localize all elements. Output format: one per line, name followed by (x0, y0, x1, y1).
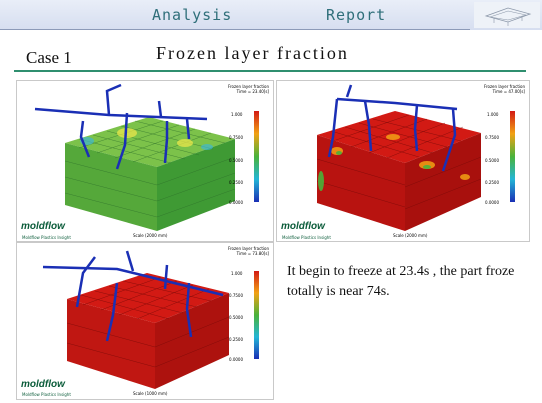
analysis-caption: It begin to freeze at 23.4s , the part f… (287, 264, 515, 299)
moldflow-logo: moldflow (21, 379, 65, 390)
slide-title: Frozen layer fraction (156, 43, 349, 63)
scale-label-075: 0.7500 (229, 293, 243, 298)
header-bar: Analysis Report (0, 0, 542, 30)
title-rule (14, 70, 526, 72)
scale-label-max: 1.000 (231, 112, 243, 117)
result-time: Time = 47.00[s] (492, 89, 525, 94)
scale-bar-text: Scale (2000 mm) (133, 233, 168, 238)
moldflow-logo-sub: Moldflow Plastics Insight (22, 235, 71, 240)
moldflow-logo: moldflow (281, 221, 325, 232)
result-info-2: Frozen layer fraction Time = 47.00[s] (484, 84, 525, 94)
result-info-1: Frozen layer fraction Time = 23.40[s] (228, 84, 269, 94)
scale-label-min: 0.0000 (229, 200, 243, 205)
scale-label-min: 0.0000 (485, 200, 499, 205)
header-divider (0, 29, 470, 30)
result-panel-2: Frozen layer fraction Time = 47.00[s] 1.… (276, 80, 530, 242)
result-panel-3: Frozen layer fraction Time = 73.80[s] 1.… (16, 242, 274, 400)
scale-label-050: 0.5000 (229, 315, 243, 320)
moldflow-logo-sub: Moldflow Plastics Insight (22, 392, 71, 397)
moldflow-logo-sub: Moldflow Plastics Insight (282, 235, 331, 240)
result-info-3: Frozen layer fraction Time = 73.80[s] (228, 246, 269, 256)
scale-label-025: 0.2500 (229, 337, 243, 342)
scale-label-075: 0.7500 (229, 135, 243, 140)
result-time: Time = 23.40[s] (236, 89, 269, 94)
case-label: Case 1 (26, 48, 72, 67)
scale-label-075: 0.7500 (485, 135, 499, 140)
result-panel-1: Frozen layer fraction Time = 23.40[s] 1.… (16, 80, 274, 242)
moldflow-logo: moldflow (21, 221, 65, 232)
scale-label-025: 0.2500 (485, 180, 499, 185)
part-render-3 (42, 250, 259, 389)
scale-label-min: 0.0000 (229, 357, 243, 362)
scale-label-050: 0.5000 (485, 158, 499, 163)
scale-bar-text: Scale (1000 mm) (133, 391, 168, 396)
result-time: Time = 73.80[s] (236, 251, 269, 256)
tab-analysis[interactable]: Analysis (152, 6, 232, 24)
tab-report[interactable]: Report (326, 6, 386, 24)
scale-label-max: 1.000 (487, 112, 499, 117)
scale-label-max: 1.000 (231, 271, 243, 276)
scale-label-050: 0.5000 (229, 158, 243, 163)
scale-bar-text: Scale (2000 mm) (393, 233, 428, 238)
scale-label-025: 0.2500 (229, 180, 243, 185)
mold-thumbnail-icon (474, 2, 540, 28)
